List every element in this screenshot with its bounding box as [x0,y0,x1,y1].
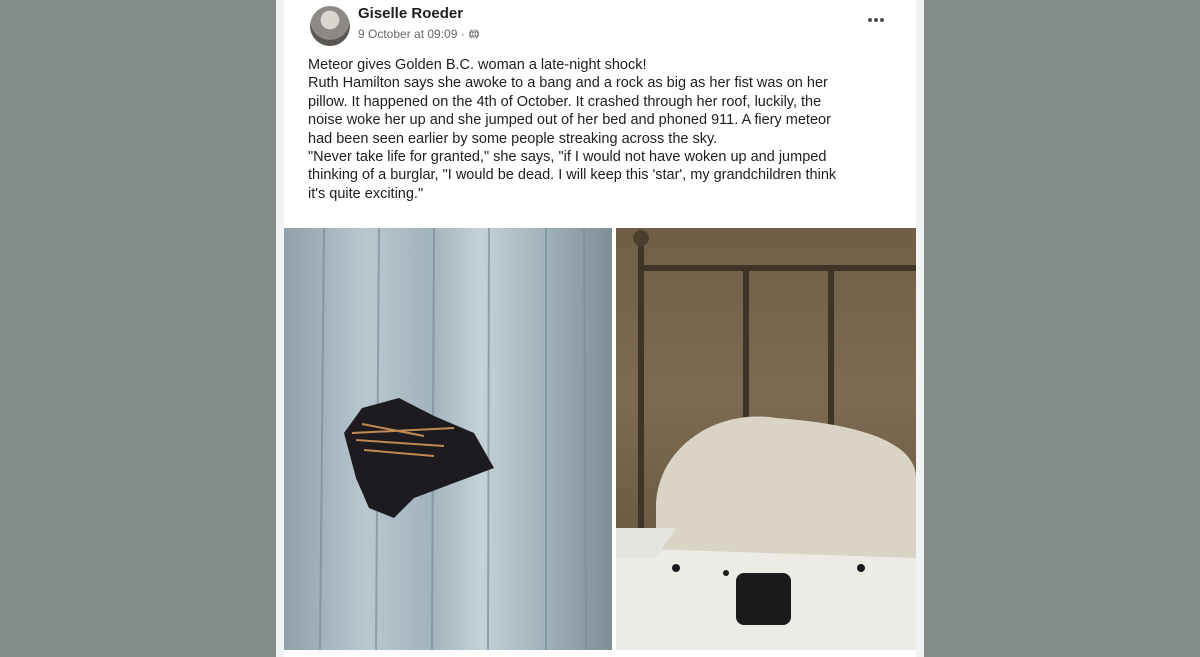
post-text: Meteor gives Golden B.C. woman a late-ni… [308,56,904,203]
post-timestamp[interactable]: 9 October at 09:09 · [358,27,465,41]
author-name[interactable]: Giselle Roeder [358,5,463,22]
post-text-line: Ruth Hamilton says she awoke to a bang a… [308,75,828,92]
globe-icon [468,28,479,40]
post-text-line: had been seen earlier by some people str… [308,130,718,147]
post-text-line: "Never take life for granted," she says,… [308,149,827,166]
avatar[interactable] [310,6,350,46]
post-container: Giselle Roeder 9 October at 09:09 · Mete… [276,0,924,657]
more-options-icon[interactable] [864,8,888,32]
bed-illustration [616,230,916,650]
post-text-line: pillow. It happened on the 4th of Octobe… [308,93,822,110]
post-photos [284,228,916,650]
post-text-line: noise woke her up and she jumped out of … [308,112,831,129]
post-text-line: thinking of a burglar, "I would be dead.… [308,167,837,184]
roof-hole-photo[interactable] [284,228,612,650]
post-text-line: it's quite exciting." [308,185,424,202]
post-meta: 9 October at 09:09 · [358,27,480,41]
post-text-line: Meteor gives Golden B.C. woman a late-ni… [308,57,647,73]
post-footer [284,650,916,657]
roof-hole-illustration [319,228,587,650]
meteor-on-pillow-photo[interactable] [616,228,916,650]
